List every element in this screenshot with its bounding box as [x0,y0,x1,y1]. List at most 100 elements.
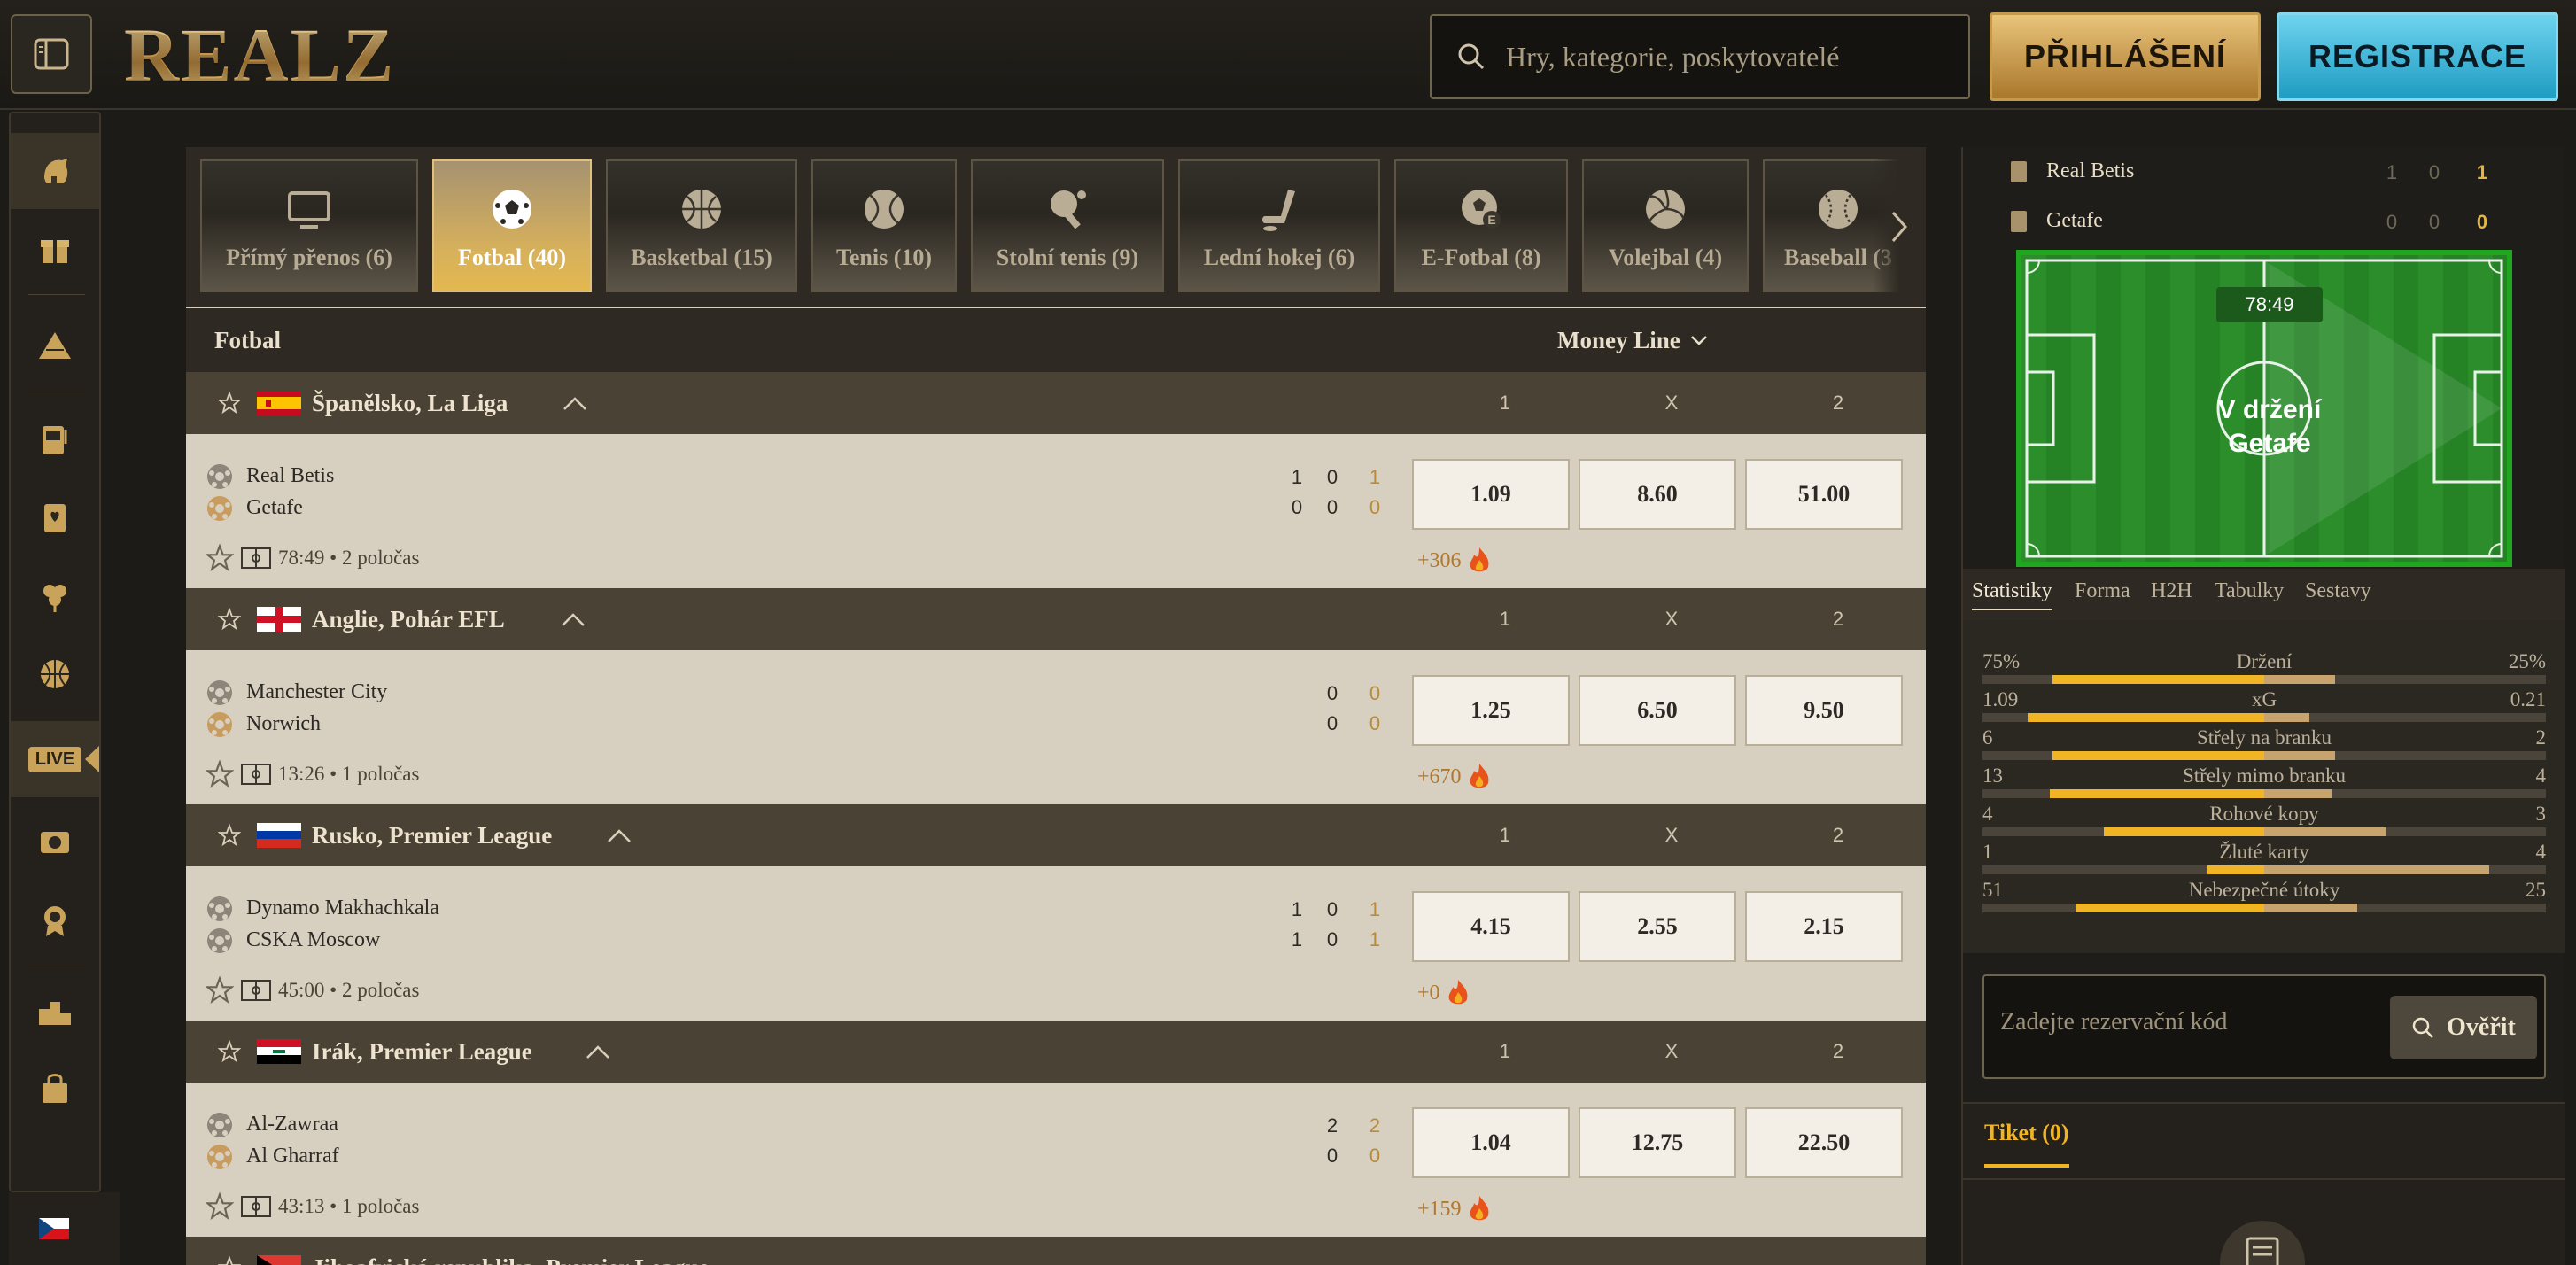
home-shirt-icon [2011,161,2027,182]
odd-2-button[interactable]: 2.15 [1745,891,1903,962]
league-header[interactable]: Anglie, Pohár EFL 1 X 2 [186,588,1926,650]
login-button[interactable]: PŘIHLÁŠENÍ [1990,12,2261,101]
more-markets-count: +0 [1417,981,1440,1005]
tab-football[interactable]: Fotbal (40) [432,159,592,292]
tab-tables[interactable]: Tabulky [2215,579,2284,603]
league-header[interactable]: Irák, Premier League 1 X 2 [186,1021,1926,1083]
more-markets-link[interactable]: +159 [1417,1194,1492,1224]
pitch-match-time: 78:49 [2216,287,2323,322]
match-meta: 45:00 • 2 poločas [206,976,419,1005]
tab-live-stream[interactable]: Přímý přenos (6) [200,159,418,292]
home-team-name: Real Betis [2046,159,2135,182]
star-icon[interactable] [218,824,241,847]
odd-1-button[interactable]: 1.09 [1412,459,1570,530]
league-name: Jihoafrická republika, Premier League [312,1254,709,1265]
odd-x-button[interactable]: 12.75 [1579,1107,1736,1178]
tab-basketball[interactable]: Basketbal (15) [606,159,797,292]
odd-x-button[interactable]: 8.60 [1579,459,1736,530]
sidebar-item-shop[interactable] [11,1051,99,1127]
more-markets-link[interactable]: +306 [1417,546,1492,576]
odd-2-button[interactable]: 9.50 [1745,675,1903,746]
star-icon[interactable] [206,544,234,572]
slot-machine-icon [43,426,67,454]
tab-table-tennis[interactable]: Stolní tenis (9) [971,159,1164,292]
match-row[interactable]: Real Betis Getafe 1 0 1 0 0 0 1.09 8.60 … [186,434,1926,588]
tab-tennis[interactable]: Tenis (10) [811,159,957,292]
sports-scroll-right-button[interactable] [1873,147,1926,307]
league-header[interactable]: Španělsko, La Liga 1 X 2 [186,372,1926,434]
verify-button[interactable]: Ověřit [2390,996,2537,1059]
home-score: 0 [1326,898,1338,920]
league-header[interactable]: Rusko, Premier League 1 X 2 [186,804,1926,866]
column-1-label: 1 [1499,392,1511,414]
chevron-up-icon[interactable] [606,826,632,845]
stat-away-value: 2 [2535,726,2547,749]
sidebar-item-promotions[interactable] [11,211,99,287]
odd-1-button[interactable]: 1.04 [1412,1107,1570,1178]
sidebar-item-live[interactable]: LIVE [11,721,99,797]
tab-e-football[interactable]: E E-Fotbal (8) [1394,159,1568,292]
sidebar-item-lottery[interactable] [11,558,99,634]
league-name: Španělsko, La Liga [312,389,508,416]
star-icon[interactable] [218,1040,241,1063]
odd-1-button[interactable]: 1.25 [1412,675,1570,746]
tab-label: Tenis (10) [835,244,933,270]
odd-x-button[interactable]: 6.50 [1579,675,1736,746]
match-row[interactable]: Dynamo Makhachkala CSKA Moscow 1 0 1 1 0… [186,866,1926,1021]
market-selector[interactable]: Money Line [1557,327,1709,354]
sidebar-item-slots[interactable] [11,402,99,478]
star-icon[interactable] [206,760,234,788]
tab-ticket[interactable]: Tiket (0) [1984,1120,2069,1168]
booking-code-input[interactable] [2000,1008,2381,1036]
language-selector[interactable] [9,1192,120,1265]
tab-h2h[interactable]: H2H [2151,579,2192,603]
match-row[interactable]: Manchester City Norwich 0 0 0 0 1.25 6.5… [186,650,1926,804]
sidebar-item-casino[interactable] [11,308,99,384]
tab-label: Přímý přenos (6) [226,244,392,270]
register-button[interactable]: REGISTRACE [2277,12,2558,101]
chevron-up-icon[interactable] [562,393,588,413]
sidebar-item-loyalty[interactable] [11,882,99,958]
stat-bar [1982,827,2546,836]
star-icon[interactable] [206,1192,234,1221]
column-x-label: X [1664,392,1679,414]
sidebar: LIVE [9,112,101,1192]
more-markets-link[interactable]: +670 [1417,762,1492,792]
league-header[interactable]: Jihoafrická republika, Premier League [186,1237,1926,1265]
star-icon[interactable] [218,1256,241,1265]
sidebar-item-virtual[interactable] [11,804,99,881]
sidebar-item-tournaments[interactable] [11,973,99,1049]
sidebar-item-sportsbook[interactable] [11,133,99,209]
odd-1-button[interactable]: 4.15 [1412,891,1570,962]
tab-volleyball[interactable]: Volejbal (4) [1582,159,1749,292]
soccer-ball-icon [493,190,531,229]
active-indicator [85,746,99,772]
odd-2-button[interactable]: 22.50 [1745,1107,1903,1178]
sidebar-item-cards[interactable] [11,480,99,556]
star-icon[interactable] [218,608,241,631]
star-icon[interactable] [206,976,234,1005]
search-box[interactable] [1430,14,1970,99]
tab-statistics[interactable]: Statistiky [1972,579,2052,610]
odd-x-button[interactable]: 2.55 [1579,891,1736,962]
tab-ice-hockey[interactable]: Lední hokej (6) [1178,159,1380,292]
more-markets-link[interactable]: +0 [1417,978,1470,1008]
away-score: 1 [1291,928,1303,951]
sport-title: Fotbal [214,326,282,353]
odd-2-button[interactable]: 51.00 [1745,459,1903,530]
flag-iraq-icon [257,1039,301,1064]
tab-lineups[interactable]: Sestavy [2305,579,2371,603]
badge-icon [44,906,66,936]
logo[interactable]: REALZ [124,16,395,94]
menu-toggle-button[interactable] [11,14,92,94]
chevron-up-icon[interactable] [560,609,586,629]
chevron-up-icon[interactable] [585,1042,611,1061]
sidebar-item-sports[interactable] [11,636,99,712]
stat-away-value: 0.21 [2510,688,2546,710]
sportsbook-main: Přímý přenos (6) Fotbal (40) Basketbal (… [186,147,1926,1265]
star-icon[interactable] [218,392,241,415]
match-row[interactable]: Al-Zawraa Al Gharraf 2 2 0 0 1.04 12.75 … [186,1083,1926,1237]
search-input[interactable] [1506,40,1967,74]
tab-form[interactable]: Forma [2075,579,2130,603]
away-total-score: 0 [1369,712,1381,734]
